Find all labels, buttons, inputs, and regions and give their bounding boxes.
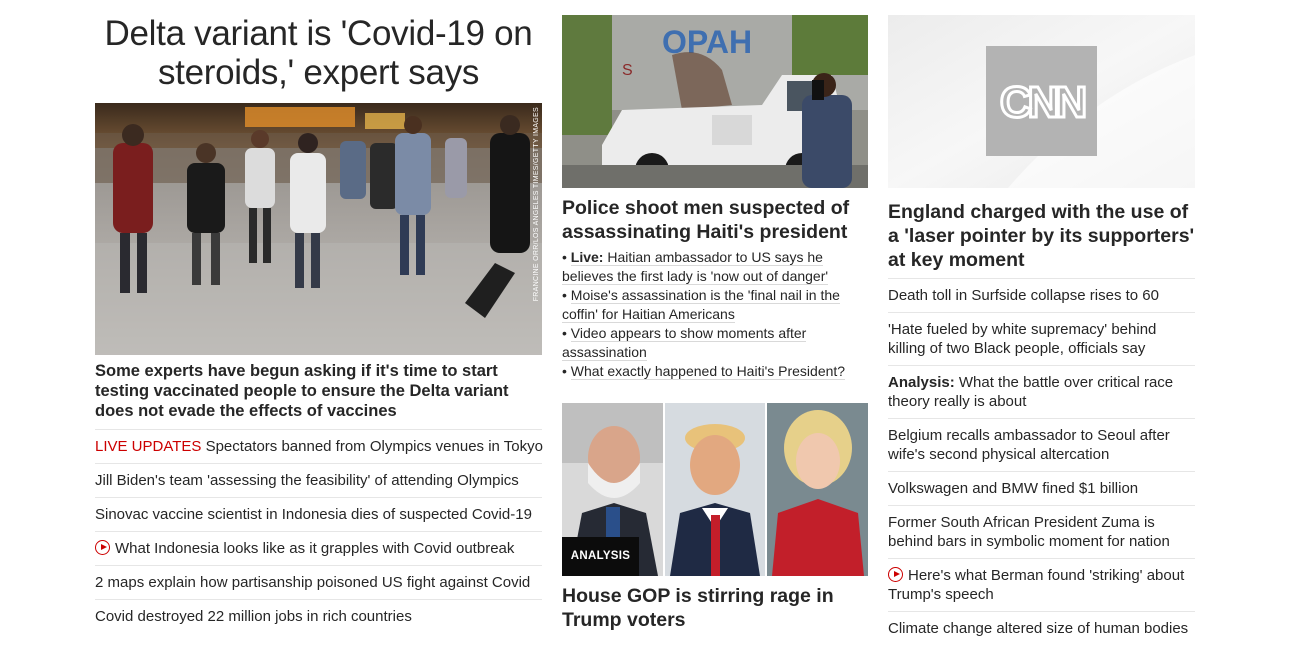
link-text: Spectators banned from Olympics venues i…: [201, 438, 543, 455]
bullet-item[interactable]: • Live: Haitian ambassador to US says he…: [562, 248, 868, 286]
lead-story-image[interactable]: FRANCINE ORR/LOS ANGELES TIMES/GETTY IMA…: [95, 103, 542, 355]
lead-summary[interactable]: Some experts have begun asking if it's t…: [95, 361, 542, 421]
bullet-item[interactable]: • What exactly happened to Haiti's Presi…: [562, 362, 868, 381]
bullet-text: Moise's assassination is the 'final nail…: [562, 287, 840, 323]
related-links-list: LIVE UPDATES Spectators banned from Olym…: [95, 429, 543, 633]
link-text: 'Hate fueled by white supremacy' behind …: [888, 321, 1157, 357]
list-item[interactable]: Death toll in Surfside collapse rises to…: [888, 278, 1195, 312]
svg-text:S: S: [622, 62, 633, 79]
list-item[interactable]: Former South African President Zuma is b…: [888, 505, 1195, 558]
analysis-badge: ANALYSIS: [562, 537, 639, 576]
link-text: Former South African President Zuma is b…: [888, 514, 1170, 550]
cnn-logo-icon: CNN: [1000, 78, 1085, 127]
lead-headline[interactable]: Delta variant is 'Covid-19 on steroids,'…: [95, 14, 542, 92]
link-text: Jill Biden's team 'assessing the feasibi…: [95, 472, 519, 489]
list-item[interactable]: 2 maps explain how partisanship poisoned…: [95, 565, 542, 599]
list-item[interactable]: Sinovac vaccine scientist in Indonesia d…: [95, 497, 542, 531]
top-stories-list: Death toll in Surfside collapse rises to…: [888, 278, 1195, 645]
cnn-logo-placeholder: CNN: [888, 15, 1195, 188]
bullet-item[interactable]: • Moise's assassination is the 'final na…: [562, 286, 868, 324]
play-icon: [888, 567, 903, 582]
link-text: Belgium recalls ambassador to Seoul afte…: [888, 427, 1170, 463]
link-text: Death toll in Surfside collapse rises to…: [888, 287, 1159, 304]
link-text: Here's what Berman found 'striking' abou…: [888, 567, 1185, 603]
list-item[interactable]: Climate change altered size of human bod…: [888, 611, 1195, 645]
list-item[interactable]: Covid destroyed 22 million jobs in rich …: [95, 599, 542, 633]
list-item[interactable]: What Indonesia looks like as it grapples…: [95, 531, 542, 565]
link-text: Covid destroyed 22 million jobs in rich …: [95, 608, 412, 625]
bullet-text: Video appears to show moments after assa…: [562, 325, 807, 361]
link-text: Sinovac vaccine scientist in Indonesia d…: [95, 506, 532, 523]
list-item[interactable]: Jill Biden's team 'assessing the feasibi…: [95, 463, 542, 497]
link-text: Volkswagen and BMW fined $1 billion: [888, 480, 1139, 497]
haiti-bullets: • Live: Haitian ambassador to US says he…: [562, 248, 868, 381]
bullet-item[interactable]: • Video appears to show moments after as…: [562, 324, 868, 362]
link-text: Climate change altered size of human bod…: [888, 620, 1189, 637]
analysis-label: Analysis:: [888, 374, 955, 391]
play-icon: [95, 540, 110, 555]
airport-crowd-photo: [95, 103, 542, 355]
haiti-street-photo: OPAH S: [562, 15, 868, 188]
gop-headline[interactable]: House GOP is stirring rage in Trump vote…: [562, 584, 868, 632]
cnn-placeholder-image[interactable]: CNN: [888, 15, 1195, 188]
list-item[interactable]: Here's what Berman found 'striking' abou…: [888, 558, 1195, 611]
list-item[interactable]: Belgium recalls ambassador to Seoul afte…: [888, 418, 1195, 471]
link-text: What Indonesia looks like as it grapples…: [115, 540, 515, 557]
gop-story-image[interactable]: ANALYSIS: [562, 403, 868, 576]
england-headline[interactable]: England charged with the use of a 'laser…: [888, 200, 1195, 272]
bullet-text: What exactly happened to Haiti's Preside…: [570, 363, 846, 380]
live-label: Live:: [570, 249, 604, 265]
photo-credit: FRANCINE ORR/LOS ANGELES TIMES/GETTY IMA…: [533, 107, 540, 302]
list-item[interactable]: Analysis: What the battle over critical …: [888, 365, 1195, 418]
haiti-headline[interactable]: Police shoot men suspected of assassinat…: [562, 196, 868, 244]
link-text: 2 maps explain how partisanship poisoned…: [95, 574, 531, 591]
haiti-story-image[interactable]: OPAH S: [562, 15, 868, 188]
live-updates-label: LIVE UPDATES: [95, 438, 202, 455]
list-item[interactable]: 'Hate fueled by white supremacy' behind …: [888, 312, 1195, 365]
list-item[interactable]: Volkswagen and BMW fined $1 billion: [888, 471, 1195, 505]
list-item[interactable]: LIVE UPDATES Spectators banned from Olym…: [95, 429, 543, 463]
